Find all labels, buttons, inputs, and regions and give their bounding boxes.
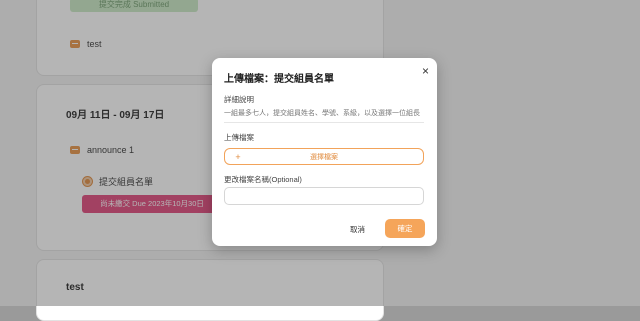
cancel-button[interactable]: 取消 — [350, 224, 365, 235]
details-text: 一組最多七人，提交組員姓名、學號、系級，以及選擇一位組長 — [224, 108, 424, 123]
rename-label: 更改檔案名稱(Optional) — [224, 175, 302, 184]
dialog-title: 上傳檔案：提交組員名單 — [224, 74, 334, 85]
confirm-button[interactable]: 確定 — [385, 219, 425, 238]
upload-dialog: 上傳檔案：提交組員名單 × 詳細說明 一組最多七人，提交組員姓名、學號、系級，以… — [212, 58, 437, 246]
choose-file-label: 選擇檔案 — [310, 153, 338, 161]
choose-file-button[interactable]: + 選擇檔案 — [224, 148, 424, 165]
plus-icon: + — [235, 151, 241, 162]
filename-input[interactable] — [224, 187, 424, 205]
close-icon[interactable]: × — [422, 64, 429, 78]
upload-label: 上傳檔案 — [224, 133, 254, 142]
details-label: 詳細說明 — [224, 95, 254, 104]
